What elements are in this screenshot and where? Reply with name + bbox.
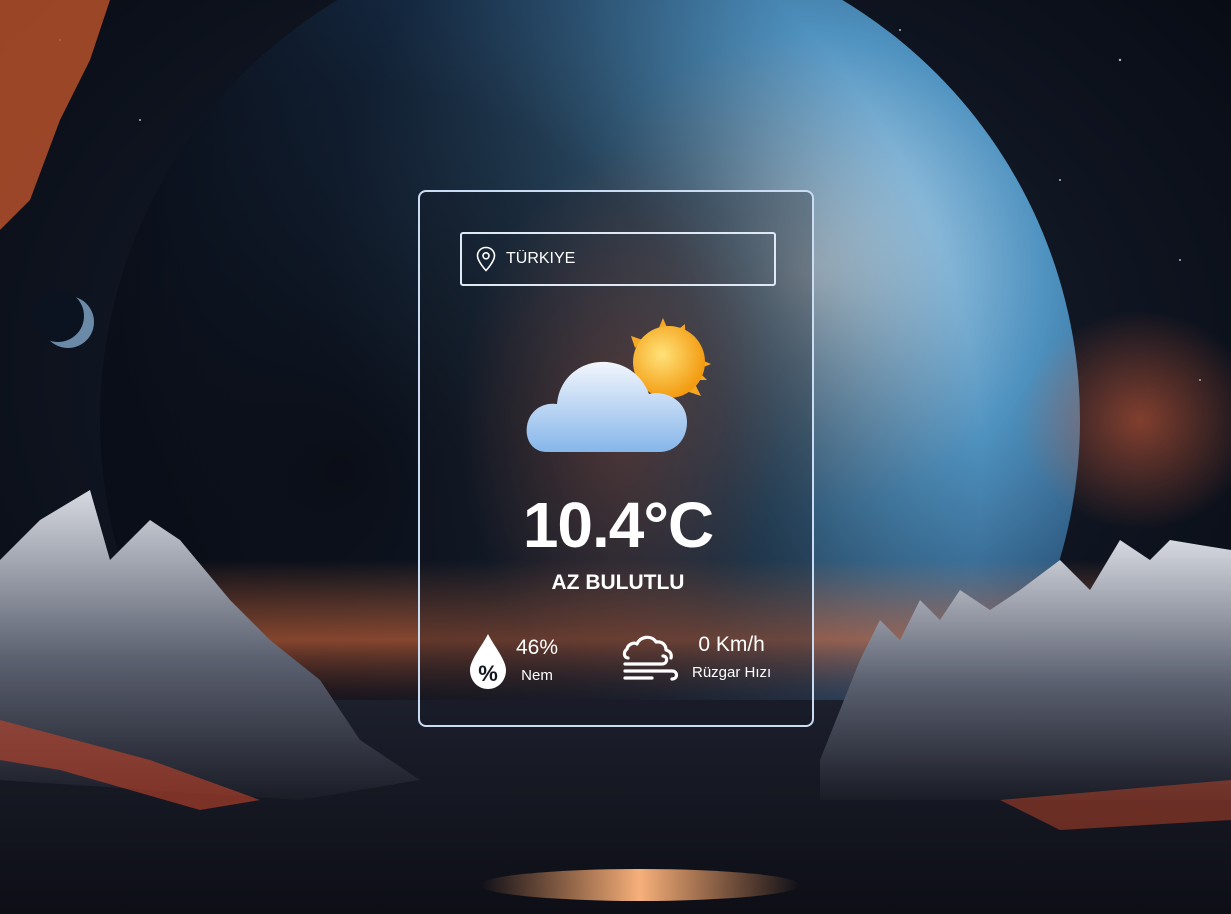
humidity-stat: % 46% Nem [468, 632, 558, 690]
weather-card: 10.4°C AZ BULUTLU % 46% Nem [418, 190, 814, 727]
humidity-label: Nem [521, 667, 553, 684]
location-search-box[interactable] [460, 232, 776, 286]
location-input[interactable] [506, 250, 756, 268]
partly-cloudy-icon [525, 312, 715, 457]
app-screen: 10.4°C AZ BULUTLU % 46% Nem [0, 0, 1231, 914]
location-pin-icon [476, 245, 498, 273]
svg-text:%: % [478, 661, 498, 686]
temperature-value: 10.4°C [522, 489, 714, 561]
humidity-value: 46% [516, 636, 559, 659]
humidity-drop-icon: % [468, 632, 508, 690]
wind-speed-value: 0 Km/h [698, 633, 765, 656]
wind-speed-label: Rüzgar Hızı [692, 664, 772, 681]
wind-stat: 0 Km/h Rüzgar Hızı [622, 632, 771, 684]
wind-icon [622, 632, 680, 684]
weather-description: AZ BULUTLU [551, 571, 685, 594]
